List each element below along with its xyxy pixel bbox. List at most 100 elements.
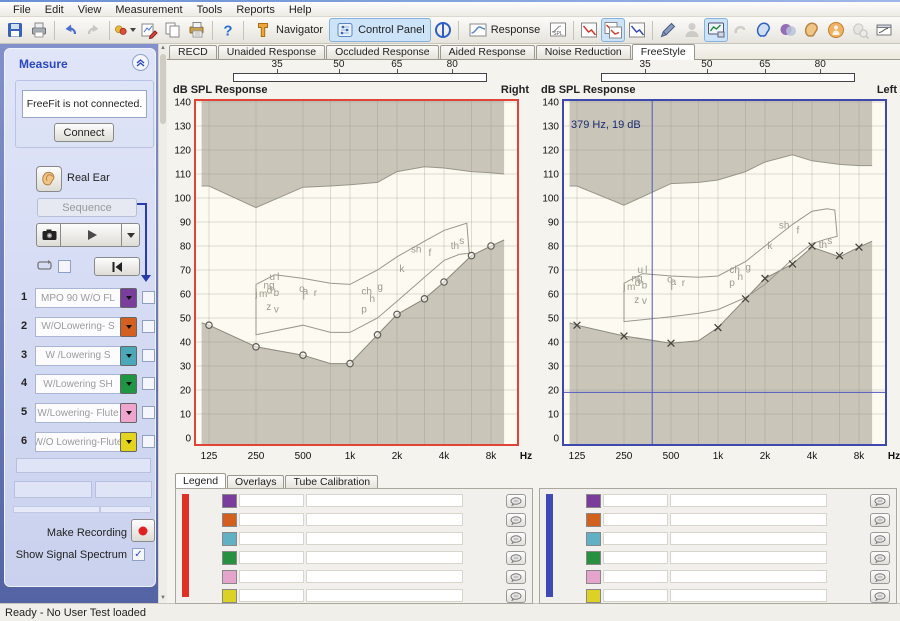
tab-unaided-response[interactable]: Unaided Response — [218, 45, 325, 59]
globe-person-button[interactable] — [824, 18, 848, 42]
legend-field-long[interactable] — [306, 589, 463, 602]
legend-field-short[interactable] — [603, 532, 668, 545]
stimulus-level-slider[interactable]: 35506580 — [537, 60, 900, 82]
control-panel-button[interactable]: Control Panel — [329, 18, 431, 42]
collapse-panel-button[interactable] — [132, 54, 149, 71]
legend-field-long[interactable] — [670, 494, 827, 507]
chart-screen-button[interactable] — [704, 18, 728, 42]
sidebar-scrollbar[interactable]: ▲ ▼ — [158, 44, 167, 603]
legend-tab-tube-calibration[interactable]: Tube Calibration — [285, 475, 378, 489]
menu-help[interactable]: Help — [282, 4, 319, 16]
audio-meter-button[interactable] — [431, 18, 455, 42]
print-button[interactable] — [27, 18, 51, 42]
slot-stimulus-field[interactable]: W/O Lowering-Flute — [35, 432, 121, 452]
slot-color-dropdown[interactable] — [120, 317, 137, 337]
slot-color-dropdown[interactable] — [120, 346, 137, 366]
play-button[interactable] — [60, 223, 123, 247]
skip-to-start-button[interactable] — [94, 257, 140, 276]
legend-field-short[interactable] — [603, 494, 668, 507]
ear-blue-button[interactable] — [752, 18, 776, 42]
legend-field-short[interactable] — [239, 570, 304, 583]
slot-color-dropdown[interactable] — [120, 288, 137, 308]
comment-button[interactable] — [506, 551, 526, 565]
tab-aided-response[interactable]: Aided Response — [440, 45, 535, 59]
legend-field-long[interactable] — [670, 532, 827, 545]
menu-file[interactable]: File — [6, 4, 38, 16]
play-options-dropdown[interactable] — [121, 223, 140, 247]
menu-reports[interactable]: Reports — [229, 4, 282, 16]
scroll-up-icon[interactable]: ▲ — [160, 45, 166, 52]
comment-button[interactable] — [870, 494, 890, 508]
undo-button[interactable] — [58, 18, 82, 42]
slot-stimulus-field[interactable]: W/Lowering- Flute — [35, 403, 121, 423]
coins-button[interactable] — [113, 18, 137, 42]
slider-trough[interactable] — [233, 73, 487, 82]
comment-button[interactable] — [870, 551, 890, 565]
legend-field-short[interactable] — [239, 513, 304, 526]
legend-field-long[interactable] — [306, 532, 463, 545]
slider-trough[interactable] — [601, 73, 855, 82]
legend-tab-legend[interactable]: Legend — [175, 473, 226, 489]
navigator-button[interactable]: Navigator — [247, 18, 329, 42]
pen-button[interactable] — [656, 18, 680, 42]
legend-tab-overlays[interactable]: Overlays — [227, 475, 284, 489]
legend-field-short[interactable] — [603, 513, 668, 526]
tab-freestyle[interactable]: FreeStyle — [632, 44, 695, 60]
loop-checkbox[interactable] — [58, 260, 71, 273]
edit-chart-button[interactable] — [137, 18, 161, 42]
legend-field-long[interactable] — [306, 513, 463, 526]
report-button[interactable] — [185, 18, 209, 42]
legend-field-long[interactable] — [670, 570, 827, 583]
user-button[interactable] — [680, 18, 704, 42]
copy-pages-button[interactable] — [161, 18, 185, 42]
sequence-button[interactable]: Sequence — [37, 198, 137, 217]
comment-button[interactable] — [870, 532, 890, 546]
response-curve-button[interactable]: Response — [462, 18, 547, 42]
slot-color-dropdown[interactable] — [120, 403, 137, 423]
spl-chart-right[interactable]: jmdbngulzvoairchhpgkshfths01020304050607… — [169, 98, 533, 468]
comment-button[interactable] — [870, 513, 890, 527]
scrollbar-thumb[interactable] — [160, 54, 166, 124]
tab-noise-reduction[interactable]: Noise Reduction — [536, 45, 631, 59]
legend-field-short[interactable] — [239, 494, 304, 507]
spl-chart-left[interactable]: jmdbngulzvoairchhpgkshfths379 Hz, 19 dB0… — [537, 98, 900, 468]
comment-button[interactable] — [506, 513, 526, 527]
slot-color-dropdown[interactable] — [120, 374, 137, 394]
save-button[interactable] — [3, 18, 27, 42]
legend-field-long[interactable] — [306, 551, 463, 564]
legend-field-long[interactable] — [306, 494, 463, 507]
record-button[interactable] — [131, 519, 155, 542]
legend-field-short[interactable] — [239, 589, 304, 602]
chart-dual-button[interactable] — [601, 18, 625, 42]
legend-field-long[interactable] — [670, 513, 827, 526]
snapshot-button[interactable] — [36, 223, 62, 247]
slot-checkbox[interactable] — [142, 377, 155, 390]
legend-field-short[interactable] — [603, 570, 668, 583]
legend-field-long[interactable] — [670, 589, 827, 602]
hook-button[interactable] — [728, 18, 752, 42]
ear-tan-button[interactable] — [800, 18, 824, 42]
slot-stimulus-field[interactable]: W/OLowering- S — [35, 317, 121, 337]
slot-stimulus-field[interactable]: MPO 90 W/O FL — [35, 288, 121, 308]
stimulus-level-slider[interactable]: 35506580 — [169, 60, 533, 82]
redo-button[interactable] — [82, 18, 106, 42]
mini-window-button[interactable] — [872, 18, 896, 42]
show-signal-spectrum-checkbox[interactable]: ✓ — [132, 548, 145, 561]
comment-button[interactable] — [506, 532, 526, 546]
legend-field-long[interactable] — [306, 570, 463, 583]
menu-measurement[interactable]: Measurement — [108, 4, 189, 16]
venn-button[interactable] — [776, 18, 800, 42]
scroll-down-icon[interactable]: ▼ — [160, 595, 166, 602]
comment-button[interactable] — [870, 589, 890, 603]
slot-checkbox[interactable] — [142, 291, 155, 304]
slot-checkbox[interactable] — [142, 406, 155, 419]
tab-recd[interactable]: RECD — [169, 45, 217, 59]
chart-red-button[interactable] — [577, 18, 601, 42]
legend-field-short[interactable] — [603, 551, 668, 564]
help-button[interactable]: ? — [216, 18, 240, 42]
slot-stimulus-field[interactable]: W /Lowering S — [35, 346, 121, 366]
spl-graph-button[interactable]: SPL — [546, 18, 570, 42]
comment-button[interactable] — [870, 570, 890, 584]
comment-button[interactable] — [506, 570, 526, 584]
chart-blue-button[interactable] — [625, 18, 649, 42]
